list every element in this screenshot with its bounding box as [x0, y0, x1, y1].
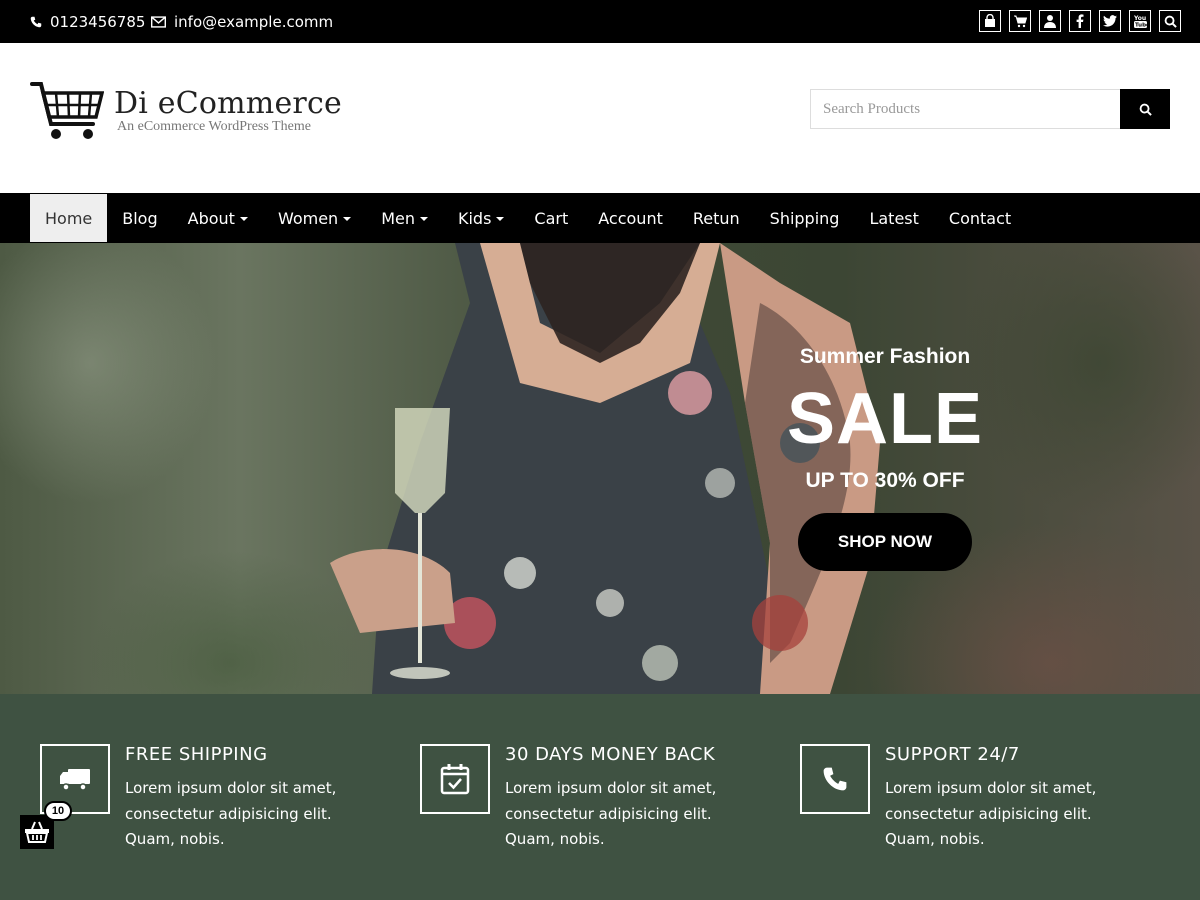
nav-item-about[interactable]: About: [173, 193, 263, 243]
site-tagline: An eCommerce WordPress Theme: [117, 119, 311, 134]
nav-item-label: Cart: [534, 208, 569, 228]
truck-icon: [60, 769, 90, 791]
feature-title: SUPPORT 24/7: [885, 744, 1020, 765]
nav-item-label: Contact: [948, 208, 1012, 228]
shop-now-button[interactable]: SHOP NOW: [798, 513, 972, 571]
nav-item-home[interactable]: Home: [30, 194, 108, 242]
features-section: FREE SHIPPING Lorem ipsum dolor sit amet…: [0, 694, 1200, 900]
nav-item-women[interactable]: Women: [263, 193, 366, 243]
shopping-bag-icon[interactable]: [979, 10, 1001, 32]
feature-title: FREE SHIPPING: [125, 744, 268, 765]
nav-item-men[interactable]: Men: [366, 193, 443, 243]
user-icon[interactable]: [1039, 10, 1061, 32]
product-search: [810, 89, 1170, 129]
shopping-cart-logo-icon: [30, 82, 104, 139]
caret-down-icon: [343, 217, 352, 221]
nav-item-account[interactable]: Account: [583, 193, 678, 243]
nav-item-label: Men: [381, 208, 415, 228]
nav-item-kids[interactable]: Kids: [443, 193, 519, 243]
nav-item-label: Kids: [457, 208, 492, 228]
youtube-icon[interactable]: YouTube: [1129, 10, 1151, 32]
search-button[interactable]: [1120, 89, 1170, 129]
nav-item-label: About: [187, 208, 235, 228]
cart-count-badge: 10: [44, 801, 72, 821]
feature-icon-box: [420, 744, 490, 814]
hero-banner: Summer Fashion SALE UP TO 30% OFF SHOP N…: [0, 243, 1200, 694]
nav-item-label: Blog: [122, 208, 158, 228]
search-icon: [1139, 103, 1152, 116]
nav-item-label: Women: [277, 208, 339, 228]
phone-icon: [30, 16, 42, 27]
nav-item-latest[interactable]: Latest: [854, 193, 933, 243]
nav-item-label: Retun: [692, 208, 740, 228]
feature-description: Lorem ipsum dolor sit amet, consectetur …: [125, 779, 337, 848]
hero-subtitle: Summer Fashion: [799, 345, 971, 368]
site-title: Di eCommerce: [114, 86, 342, 121]
twitter-icon[interactable]: [1099, 10, 1121, 32]
phone-icon: [823, 767, 847, 791]
nav-item-cart[interactable]: Cart: [519, 193, 583, 243]
search-input[interactable]: [810, 89, 1120, 129]
feature-description: Lorem ipsum dolor sit amet, consectetur …: [885, 779, 1097, 848]
feature-icon-box: [800, 744, 870, 814]
hero-promo: Summer Fashion SALE UP TO 30% OFF SHOP N…: [785, 343, 985, 571]
phone-contact[interactable]: 0123456785: [30, 0, 145, 43]
caret-down-icon: [496, 217, 505, 221]
nav-item-shipping[interactable]: Shipping: [755, 193, 855, 243]
svg-text:You: You: [1134, 15, 1146, 22]
nav-item-contact[interactable]: Contact: [934, 193, 1026, 243]
search-icon[interactable]: [1159, 10, 1181, 32]
caret-down-icon: [239, 217, 248, 221]
nav-item-blog[interactable]: Blog: [107, 193, 172, 243]
email-contact[interactable]: info@example.comm: [151, 0, 333, 43]
cart-icon[interactable]: [1009, 10, 1031, 32]
hero-headline: SALE: [786, 379, 984, 459]
envelope-icon: [151, 15, 166, 28]
nav-item-label: Account: [598, 208, 663, 228]
nav-item-retun[interactable]: Retun: [678, 193, 755, 243]
feature-title: 30 DAYS MONEY BACK: [505, 744, 716, 765]
calendar-check-icon: [440, 764, 470, 795]
feature-description: Lorem ipsum dolor sit amet, consectetur …: [505, 779, 717, 848]
hero-photo: [330, 243, 880, 694]
basket-icon: [25, 821, 49, 843]
site-header: Di eCommerce An eCommerce WordPress Them…: [0, 43, 1200, 193]
caret-down-icon: [419, 217, 428, 221]
nav-item-label: Home: [45, 208, 93, 228]
hero-offer: UP TO 30% OFF: [805, 469, 965, 492]
nav-item-label: Latest: [869, 208, 919, 228]
nav-menu: Home Blog About Women Men Kids Cart Account Retu…: [30, 193, 1026, 243]
site-logo[interactable]: Di eCommerce An eCommerce WordPress Them…: [30, 81, 342, 143]
social-links: YouTube: [979, 10, 1181, 32]
nav-item-label: Shipping: [769, 208, 840, 228]
email-address: info@example.comm: [174, 12, 334, 31]
svg-text:Tube: Tube: [1135, 23, 1147, 28]
main-nav: Home Blog About Women Men Kids Cart Account Retu…: [0, 193, 1200, 243]
phone-number: 0123456785: [50, 12, 146, 31]
facebook-icon[interactable]: [1069, 10, 1091, 32]
top-bar: 0123456785 info@example.comm YouTube: [0, 0, 1200, 43]
